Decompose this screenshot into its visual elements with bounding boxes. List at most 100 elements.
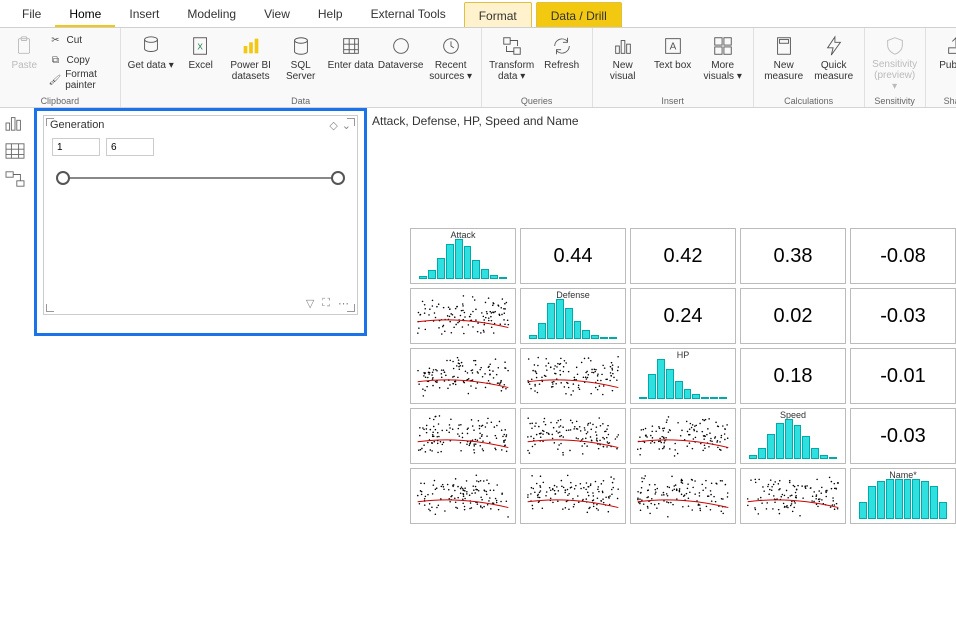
matrix-cell (630, 468, 736, 524)
textbox-label: Text box (654, 60, 691, 71)
matrix-cell (520, 348, 626, 404)
sql-label: SQL Server (277, 60, 325, 82)
publish-button[interactable]: Publish (932, 30, 956, 92)
slider-knob-max[interactable] (331, 171, 345, 185)
matrix-cell: Defense (520, 288, 626, 344)
slicer-range-slider[interactable] (58, 168, 343, 188)
report-view-button[interactable] (4, 114, 28, 134)
slicer-max-input[interactable] (106, 138, 154, 156)
getdata-button[interactable]: Get data ▾ (127, 30, 175, 92)
newvisual-button[interactable]: New visual (599, 30, 647, 92)
slicer-visual[interactable]: Generation ◇ ⌄ ▽ (43, 115, 358, 315)
morevisuals-button[interactable]: More visuals ▾ (699, 30, 747, 92)
scissors-icon: ✂ (48, 33, 62, 47)
newmeasure-button[interactable]: New measure (760, 30, 808, 92)
textbox-button[interactable]: A Text box (649, 30, 697, 92)
dataverse-button[interactable]: Dataverse (377, 30, 425, 92)
matrix-cell (410, 468, 516, 524)
tab-insert[interactable]: Insert (115, 1, 173, 27)
bolt-icon (822, 34, 846, 58)
brush-icon: 🖌 (48, 73, 61, 87)
matrix-cell (410, 348, 516, 404)
matrix-cell: -0.03 (850, 408, 956, 464)
group-label-share: Share (932, 95, 956, 106)
report-canvas[interactable]: Generation ◇ ⌄ ▽ (32, 108, 956, 632)
calculator-icon (772, 34, 796, 58)
matrix-cell (410, 288, 516, 344)
grid4-icon (711, 34, 735, 58)
excel-label: Excel (188, 60, 212, 71)
tab-file[interactable]: File (8, 1, 55, 27)
group-label-clipboard: Clipboard (6, 95, 114, 106)
excel-button[interactable]: X Excel (177, 30, 225, 92)
cut-label: Cut (66, 35, 82, 46)
focus-icon[interactable]: ⛶ (322, 297, 330, 310)
morevisuals-label: More visuals ▾ (699, 60, 747, 82)
tab-home[interactable]: Home (55, 1, 115, 27)
shield-icon (883, 34, 907, 57)
upload-icon (944, 34, 956, 58)
tab-modeling[interactable]: Modeling (173, 1, 250, 27)
sqlserver-button[interactable]: SQL Server (277, 30, 325, 92)
tab-view[interactable]: View (250, 1, 304, 27)
slicer-min-input[interactable] (52, 138, 100, 156)
tab-format[interactable]: Format (464, 2, 532, 27)
matrix-cell: 0.02 (740, 288, 846, 344)
filter-icon[interactable]: ▽ (306, 297, 314, 310)
matrix-cell (740, 468, 846, 524)
paste-button[interactable]: Paste (6, 30, 42, 92)
refresh-button[interactable]: Refresh (538, 30, 586, 92)
copy-button[interactable]: ⧉Copy (44, 50, 113, 70)
slider-knob-min[interactable] (56, 171, 70, 185)
refresh-label: Refresh (544, 60, 579, 71)
pbi-icon (239, 34, 263, 58)
formatpainter-button[interactable]: 🖌Format painter (44, 70, 113, 90)
enterdata-label: Enter data (328, 60, 374, 71)
svg-text:A: A (669, 42, 676, 53)
grid-icon (339, 34, 363, 58)
tab-externaltools[interactable]: External Tools (357, 1, 460, 27)
tab-datadrill[interactable]: Data / Drill (536, 2, 622, 27)
recentsources-button[interactable]: Recent sources ▾ (427, 30, 475, 92)
tab-strip: File Home Insert Modeling View Help Exte… (0, 0, 956, 28)
clock-icon (439, 34, 463, 58)
svg-text:X: X (197, 43, 203, 52)
cut-button[interactable]: ✂ Cut (44, 30, 113, 50)
matrix-cell: 0.38 (740, 228, 846, 284)
group-sensitivity: Sensitivity (preview) ▾ Sensitivity (865, 28, 926, 107)
transform-icon (500, 34, 524, 58)
quickmeasure-button[interactable]: Quick measure (810, 30, 858, 92)
matrix-cell: Name* (850, 468, 956, 524)
enterdata-button[interactable]: Enter data (327, 30, 375, 92)
matrix-cell: 0.24 (630, 288, 736, 344)
matrix-cell (520, 468, 626, 524)
transform-label: Transform data ▾ (488, 60, 536, 82)
sensitivity-button[interactable]: Sensitivity (preview) ▾ (871, 30, 919, 92)
slicer-selection[interactable]: Generation ◇ ⌄ ▽ (34, 108, 367, 336)
copy-icon: ⧉ (48, 53, 62, 67)
dataverse-icon (389, 34, 413, 58)
eraser-icon[interactable]: ◇ (329, 119, 337, 132)
model-view-button[interactable] (4, 170, 28, 190)
matrix-cell (630, 408, 736, 464)
group-label-data: Data (127, 95, 475, 106)
ribbon: Paste ✂ Cut ⧉Copy 🖌Format painter Clipboa… (0, 28, 956, 108)
publish-label: Publish (939, 60, 956, 71)
matrix-cell: -0.03 (850, 288, 956, 344)
quickmeasure-label: Quick measure (810, 60, 858, 82)
paste-label: Paste (11, 60, 37, 71)
group-clipboard: Paste ✂ Cut ⧉Copy 🖌Format painter Clipboa… (0, 28, 121, 107)
group-data: Get data ▾ X Excel Power BI datasets SQL … (121, 28, 482, 107)
transformdata-button[interactable]: Transform data ▾ (488, 30, 536, 92)
data-view-button[interactable] (4, 142, 28, 162)
clipboard-icon (12, 34, 36, 58)
pbidatasets-button[interactable]: Power BI datasets (227, 30, 275, 92)
dataverse-label: Dataverse (378, 60, 424, 71)
group-label-queries: Queries (488, 95, 586, 106)
more-icon[interactable]: ⋯ (338, 297, 349, 310)
matrix-cell: 0.18 (740, 348, 846, 404)
scatterplot-matrix[interactable]: Attack0.440.420.38-0.08Defense0.240.02-0… (410, 228, 956, 528)
matrix-cell: -0.01 (850, 348, 956, 404)
group-label-calc: Calculations (760, 95, 858, 106)
tab-help[interactable]: Help (304, 1, 357, 27)
